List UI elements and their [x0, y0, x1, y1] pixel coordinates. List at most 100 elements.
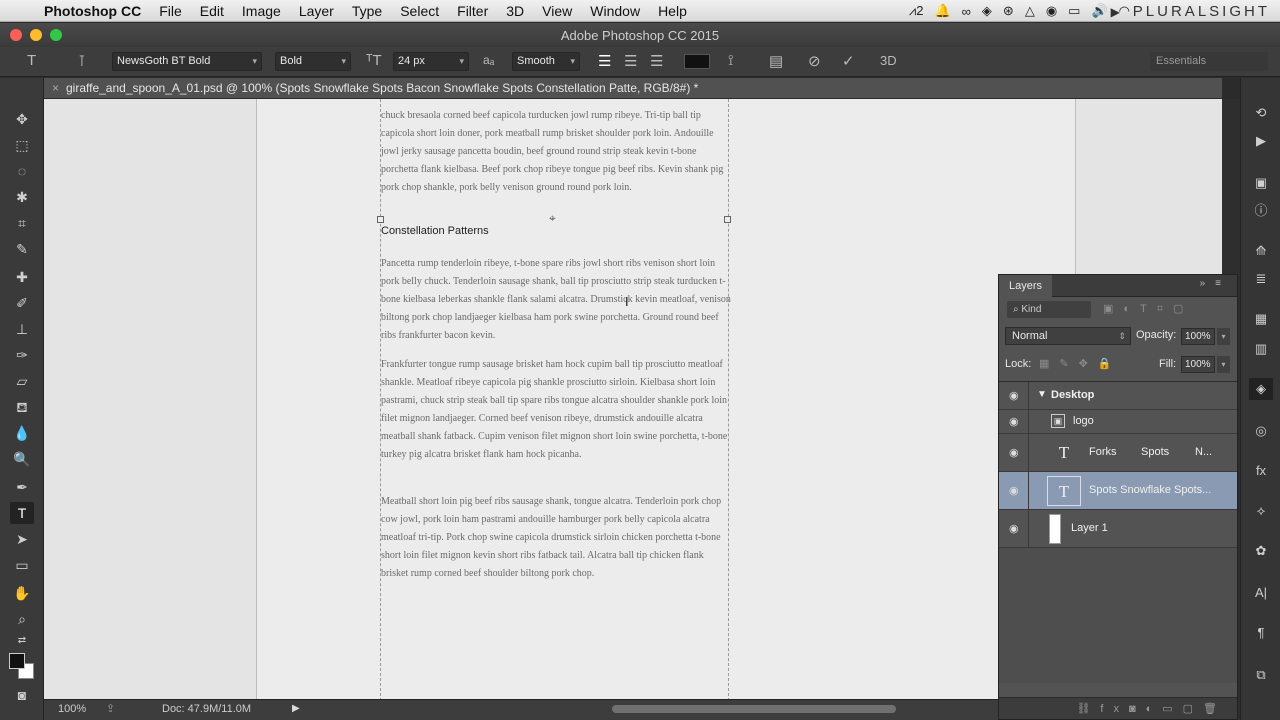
- zoom-level[interactable]: 100%: [58, 703, 86, 715]
- visibility-eye-icon[interactable]: ◉: [1009, 446, 1023, 459]
- toggle-orientation-icon[interactable]: ⊺: [78, 52, 86, 70]
- menu-edit[interactable]: Edit: [191, 3, 233, 19]
- commit-icon[interactable]: ✓: [842, 52, 855, 70]
- glyphs-panel-icon[interactable]: ⧉: [1249, 664, 1273, 686]
- visibility-eye-icon[interactable]: ◉: [1009, 415, 1023, 428]
- zoom-window-button[interactable]: [50, 29, 62, 41]
- libraries-panel-icon[interactable]: ▣: [1249, 172, 1273, 194]
- paragraph-2[interactable]: Frankfurter tongue rump sausage brisket …: [381, 356, 731, 464]
- quick-mask-icon[interactable]: ◙: [10, 684, 34, 706]
- menu-app-name[interactable]: Photoshop CC: [40, 3, 150, 19]
- lasso-tool-icon[interactable]: ◌: [10, 160, 34, 182]
- menu-file[interactable]: File: [150, 3, 191, 19]
- visibility-eye-icon[interactable]: ◉: [1009, 522, 1023, 535]
- healing-brush-tool-icon[interactable]: ✚: [10, 266, 34, 288]
- paragraph-styles-panel-icon[interactable]: ▥: [1249, 338, 1273, 360]
- layer-filter-dropdown[interactable]: ⌕ Kind: [1007, 301, 1091, 318]
- eraser-tool-icon[interactable]: ▱: [10, 370, 34, 392]
- move-tool-icon[interactable]: ✥: [10, 108, 34, 130]
- reference-point-icon[interactable]: ⌖: [549, 211, 556, 226]
- menu-layer[interactable]: Layer: [290, 3, 343, 19]
- group-disclosure-icon[interactable]: ▼: [1037, 389, 1047, 400]
- lock-icons[interactable]: ▦✎✥🔒: [1039, 357, 1122, 370]
- menu-image[interactable]: Image: [233, 3, 290, 19]
- font-size-dropdown[interactable]: 24 px: [393, 52, 469, 71]
- blur-tool-icon[interactable]: 💧: [10, 422, 34, 444]
- menu-view[interactable]: View: [533, 3, 581, 19]
- sync-icon[interactable]: ⊛: [1003, 3, 1014, 19]
- quick-selection-tool-icon[interactable]: ✱: [10, 186, 34, 208]
- layers-panel-icon[interactable]: ◈: [1249, 378, 1273, 400]
- layer-group-desktop[interactable]: ◉ ▼ Desktop: [999, 382, 1237, 410]
- warp-text-icon[interactable]: ⟟: [728, 52, 734, 69]
- align-right-icon[interactable]: ☰: [650, 52, 663, 70]
- body-text-top[interactable]: chuck bresaola corned beef capicola turd…: [381, 107, 731, 197]
- type-tool-icon[interactable]: T: [10, 502, 34, 524]
- layer-logo[interactable]: ◉ ▣ logo: [999, 410, 1237, 434]
- rectangle-tool-icon[interactable]: ▭: [10, 554, 34, 576]
- menu-help[interactable]: Help: [649, 3, 696, 19]
- document-tab[interactable]: × giraffe_and_spoon_A_01.psd @ 100% (Spo…: [44, 78, 1222, 99]
- cancel-icon[interactable]: ⊘: [808, 52, 821, 70]
- adjustments-panel-icon[interactable]: ≣: [1249, 268, 1273, 290]
- close-document-icon[interactable]: ×: [52, 78, 59, 99]
- blend-mode-dropdown[interactable]: Normal: [1005, 327, 1131, 345]
- align-left-icon[interactable]: ☰: [598, 52, 611, 70]
- 3d-button[interactable]: 3D: [880, 53, 897, 68]
- menu-filter[interactable]: Filter: [448, 3, 497, 19]
- opacity-slider-toggle[interactable]: ▾: [1217, 328, 1230, 345]
- character-panel-icon[interactable]: A|: [1249, 582, 1273, 604]
- share-icon[interactable]: ⇪: [106, 702, 115, 715]
- text-color-swatch[interactable]: [684, 54, 710, 69]
- menu-window[interactable]: Window: [581, 3, 649, 19]
- paths-panel-icon[interactable]: ⟡: [1249, 500, 1273, 522]
- layer-forks-text[interactable]: ◉ T Forks Spots N...: [999, 434, 1237, 472]
- paragraph-3[interactable]: Meatball short loin pig beef ribs sausag…: [381, 493, 731, 583]
- visibility-eye-icon[interactable]: ◉: [1009, 484, 1023, 497]
- foreground-color-swatch[interactable]: [9, 653, 25, 669]
- paragraph-panel-icon[interactable]: ¶: [1249, 622, 1273, 644]
- paragraph-1[interactable]: Pancetta rump tenderloin ribeye, t-bone …: [381, 255, 731, 345]
- font-style-dropdown[interactable]: Bold: [275, 52, 351, 71]
- eyedropper-tool-icon[interactable]: ✎: [10, 238, 34, 260]
- color-swatches[interactable]: [9, 652, 37, 682]
- align-center-icon[interactable]: ☰: [624, 52, 637, 70]
- workspace-dropdown[interactable]: Essentials: [1150, 52, 1268, 71]
- styles-panel-icon[interactable]: fx: [1249, 460, 1273, 482]
- layer-1[interactable]: ◉ Layer 1: [999, 510, 1237, 548]
- brushes-panel-icon[interactable]: ⟰: [1249, 240, 1273, 262]
- fill-slider-toggle[interactable]: ▾: [1217, 356, 1230, 373]
- pen-tool-icon[interactable]: ✒: [10, 476, 34, 498]
- properties-panel-icon[interactable]: ▦: [1249, 308, 1273, 330]
- bbox-handle-right[interactable]: [724, 216, 731, 223]
- crop-tool-icon[interactable]: ⌗: [10, 212, 34, 234]
- section-heading[interactable]: Constellation Patterns: [381, 225, 489, 237]
- clone-stamp-tool-icon[interactable]: ⊥: [10, 318, 34, 340]
- artboard[interactable]: chuck bresaola corned beef capicola turd…: [256, 99, 1076, 699]
- history-panel-icon[interactable]: ⟲: [1249, 102, 1273, 124]
- panel-menu-icon[interactable]: »≡: [1200, 278, 1231, 289]
- close-window-button[interactable]: [10, 29, 22, 41]
- zoom-tool-icon[interactable]: ⌕: [10, 608, 34, 630]
- visibility-eye-icon[interactable]: ◉: [1009, 389, 1023, 402]
- swatches-panel-icon[interactable]: ✿: [1249, 540, 1273, 562]
- antialias-dropdown[interactable]: Smooth: [512, 52, 580, 71]
- type-tool-preset-icon[interactable]: T: [27, 52, 36, 69]
- creative-cloud-icon[interactable]: ∞: [962, 4, 971, 19]
- notification-icon[interactable]: 🔔: [934, 3, 950, 19]
- drive-icon[interactable]: △: [1025, 3, 1035, 19]
- horizontal-scrollbar[interactable]: [612, 705, 896, 713]
- font-family-dropdown[interactable]: NewsGoth BT Bold: [112, 52, 262, 71]
- adobe-icon[interactable]: ⩘2: [909, 3, 924, 19]
- channels-panel-icon[interactable]: ◎: [1249, 420, 1273, 442]
- minimize-window-button[interactable]: [30, 29, 42, 41]
- layer-spots-text[interactable]: ◉ T Spots Snowflake Spots...: [999, 472, 1237, 510]
- layers-tab[interactable]: Layers: [999, 275, 1053, 297]
- layers-footer-icons[interactable]: ⛓fx◙◐▭▢🗑: [999, 697, 1237, 719]
- menu-3d[interactable]: 3D: [497, 3, 533, 19]
- menu-type[interactable]: Type: [343, 3, 391, 19]
- info-panel-icon[interactable]: ⓘ: [1249, 200, 1273, 222]
- actions-panel-icon[interactable]: ▶: [1249, 130, 1273, 152]
- character-panel-icon[interactable]: ▤: [769, 52, 783, 70]
- filter-type-icons[interactable]: ▣◐T⌗▢: [1103, 302, 1193, 316]
